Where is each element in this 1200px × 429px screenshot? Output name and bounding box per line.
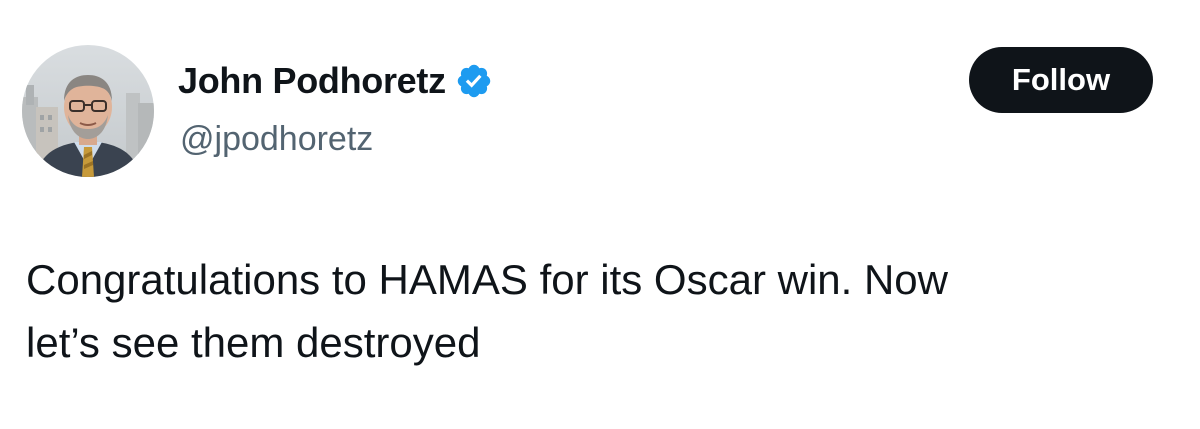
verified-badge-icon <box>455 62 493 100</box>
avatar[interactable] <box>22 45 154 177</box>
profile-photo-icon <box>22 45 154 177</box>
tweet-card: John Podhoretz @jpodhoretz Follow Congra… <box>0 0 1200 429</box>
tweet-text: Congratulations to HAMAS for its Oscar w… <box>26 248 1176 374</box>
author-handle[interactable]: @jpodhoretz <box>180 118 373 160</box>
follow-button[interactable]: Follow <box>969 47 1153 113</box>
author-display-name[interactable]: John Podhoretz <box>178 58 446 104</box>
tweet-text-line-1: Congratulations to HAMAS for its Oscar w… <box>26 256 948 303</box>
tweet-text-line-2: let’s see them destroyed <box>26 319 481 366</box>
author-name-row: John Podhoretz <box>178 58 493 104</box>
